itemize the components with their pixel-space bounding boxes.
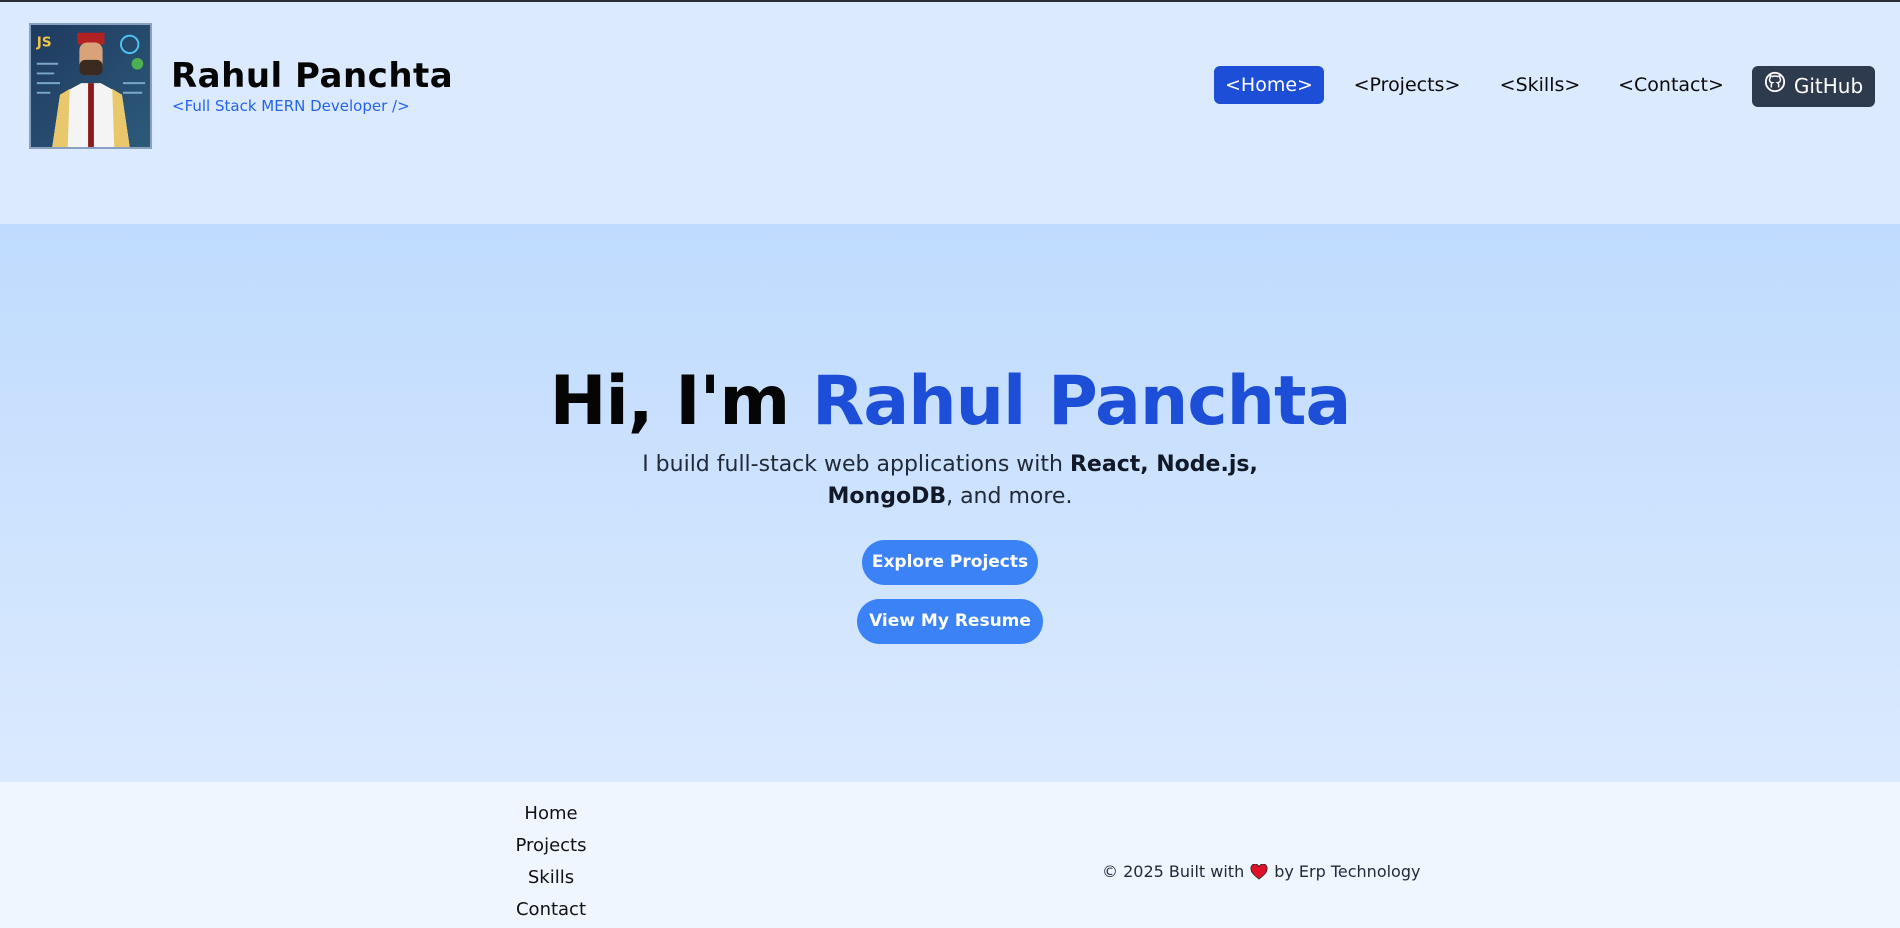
site-footer: Home Projects Skills Contact © 2025 Buil…	[0, 782, 1900, 928]
github-label: GitHub	[1793, 74, 1864, 98]
svg-text:JS: JS	[36, 34, 52, 50]
hero-title: Hi, I'm Rahul Panchta	[0, 362, 1900, 441]
brand-tagline: <Full Stack MERN Developer />	[172, 97, 410, 115]
copyright: © 2025 Built with by Erp Technology	[1102, 862, 1420, 881]
hero-subtitle-suffix: , and more.	[946, 484, 1073, 509]
hero-title-prefix: Hi, I'm	[549, 362, 791, 441]
nav-skills[interactable]: <Skills>	[1490, 66, 1590, 104]
site-header: JS Rahul Panchta <Full Stack MERN Develo…	[0, 2, 1900, 224]
footer-link-projects[interactable]: Projects	[480, 834, 622, 866]
avatar: JS	[29, 23, 152, 149]
hero-subtitle-prefix: I build full-stack web applications with	[642, 452, 1063, 477]
hero-title-highlight: Rahul Panchta	[811, 362, 1351, 441]
view-resume-button[interactable]: View My Resume	[857, 599, 1043, 644]
explore-projects-button[interactable]: Explore Projects	[862, 540, 1038, 585]
footer-nav: Home Projects Skills Contact	[480, 802, 622, 928]
copyright-prefix: © 2025 Built with	[1102, 862, 1245, 881]
github-icon	[1764, 66, 1786, 107]
github-button[interactable]: GitHub	[1752, 66, 1875, 107]
brand-name: Rahul Panchta	[171, 56, 454, 96]
nav-contact[interactable]: <Contact>	[1610, 66, 1732, 104]
copyright-suffix: by Erp Technology	[1274, 862, 1421, 881]
hero-subtitle: I build full-stack web applications with…	[590, 449, 1310, 513]
hero-section: Hi, I'm Rahul Panchta I build full-stack…	[0, 224, 1900, 782]
nav-projects[interactable]: <Projects>	[1344, 66, 1470, 104]
heart-icon	[1250, 863, 1268, 880]
nav-home[interactable]: <Home>	[1214, 66, 1324, 104]
footer-link-contact[interactable]: Contact	[480, 898, 622, 928]
footer-link-skills[interactable]: Skills	[480, 866, 622, 898]
footer-link-home[interactable]: Home	[480, 802, 622, 834]
